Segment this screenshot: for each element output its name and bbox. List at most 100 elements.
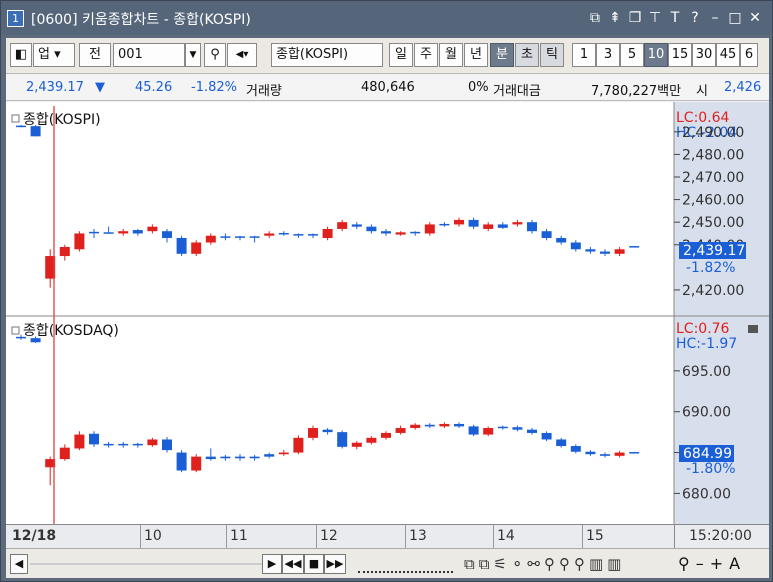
candle[interactable] — [278, 232, 289, 235]
candle[interactable] — [59, 447, 70, 460]
candle[interactable] — [483, 428, 494, 435]
scroll-track[interactable] — [30, 563, 262, 565]
candle[interactable] — [322, 228, 333, 238]
candle[interactable] — [337, 222, 348, 229]
candle[interactable] — [439, 223, 450, 226]
candle[interactable] — [614, 249, 625, 254]
candle[interactable] — [89, 231, 99, 234]
period-button[interactable]: 주 — [414, 43, 438, 67]
candle[interactable] — [191, 456, 202, 471]
panel2-close-icon[interactable] — [748, 325, 758, 333]
candle[interactable] — [351, 442, 362, 447]
candle[interactable] — [74, 233, 85, 250]
candle[interactable] — [541, 231, 552, 238]
candle[interactable] — [308, 428, 318, 438]
candle[interactable] — [293, 234, 304, 236]
candle[interactable] — [585, 451, 596, 455]
candle[interactable] — [424, 424, 435, 427]
candle[interactable] — [454, 219, 464, 225]
candle[interactable] — [395, 428, 406, 433]
period-button[interactable]: 일 — [389, 43, 413, 67]
candle[interactable] — [205, 456, 216, 460]
candle[interactable] — [308, 234, 318, 236]
candle[interactable] — [191, 242, 202, 254]
candle[interactable] — [337, 432, 348, 447]
candle[interactable] — [74, 434, 85, 449]
candle[interactable] — [278, 452, 289, 455]
candle[interactable] — [249, 236, 260, 238]
code-input[interactable]: 001 — [113, 43, 185, 67]
play-icon[interactable]: ▶ — [262, 554, 282, 574]
candle[interactable] — [468, 219, 479, 227]
candle[interactable] — [132, 443, 143, 446]
candle[interactable] — [381, 432, 391, 438]
period-button[interactable]: 초 — [515, 43, 539, 67]
panel2-handle-icon[interactable] — [11, 326, 20, 335]
tile-icon[interactable]: ⊤ — [646, 8, 664, 28]
candle[interactable] — [59, 247, 70, 257]
candle[interactable] — [497, 426, 508, 429]
window-number[interactable]: 1 — [7, 10, 24, 27]
candle[interactable] — [585, 249, 596, 252]
candle[interactable] — [264, 233, 275, 236]
zoom-icons[interactable]: ⚲–+A — [678, 554, 746, 573]
candle[interactable] — [249, 456, 260, 459]
candle[interactable] — [366, 226, 377, 232]
candle[interactable] — [629, 452, 640, 454]
minute-button[interactable]: 5 — [620, 43, 644, 67]
candle[interactable] — [483, 224, 494, 229]
candle[interactable] — [220, 456, 231, 459]
candle[interactable] — [103, 443, 114, 446]
candle[interactable] — [147, 439, 158, 446]
candle[interactable] — [527, 222, 537, 232]
period-button[interactable]: 틱 — [540, 43, 564, 67]
period-button[interactable]: 년 — [464, 43, 488, 67]
chart-svg[interactable]: 종합(KOSPI) 종합(KOSDAQ) LC:0.64 HC:-2.04 LC… — [6, 102, 769, 524]
candle[interactable] — [235, 236, 245, 238]
candle[interactable] — [556, 237, 567, 243]
close-icon[interactable]: ✕ — [746, 8, 764, 28]
period-button[interactable]: 월 — [439, 43, 463, 67]
minute-button[interactable]: 15 — [668, 43, 692, 67]
zoom-slider[interactable] — [358, 557, 453, 573]
candle[interactable] — [322, 429, 333, 433]
font-icon[interactable]: T — [666, 8, 684, 28]
fast-forward-icon[interactable]: ▶▶ — [324, 554, 346, 574]
search-icon[interactable]: ⚲ — [204, 43, 226, 67]
candle[interactable] — [454, 423, 464, 427]
stop-icon[interactable]: ■ — [304, 554, 324, 574]
candle[interactable] — [395, 232, 406, 235]
minute-button[interactable]: 3 — [596, 43, 620, 67]
candle[interactable] — [118, 231, 129, 234]
candle[interactable] — [118, 443, 129, 446]
candle[interactable] — [162, 439, 172, 451]
x-axis-bar[interactable]: 12/18 10 11 12 13 14 15 15:20:00 — [6, 524, 769, 549]
candle[interactable] — [424, 224, 435, 234]
candle[interactable] — [570, 446, 581, 452]
panel1-handle-icon[interactable] — [11, 114, 20, 123]
candle[interactable] — [176, 237, 187, 254]
minute-button[interactable]: 6 — [740, 43, 758, 67]
rewind-icon[interactable]: ◀◀ — [282, 554, 304, 574]
candle[interactable] — [351, 224, 362, 227]
candle[interactable] — [410, 231, 421, 234]
candle[interactable] — [512, 427, 523, 430]
candle[interactable] — [541, 432, 552, 440]
scroll-left-icon[interactable]: ◀ — [10, 554, 28, 574]
candle[interactable] — [366, 437, 377, 443]
maximize-icon[interactable]: □ — [726, 8, 744, 28]
minute-button[interactable]: 10 — [644, 43, 668, 67]
candle[interactable] — [103, 232, 114, 234]
candle[interactable] — [629, 246, 640, 248]
candle[interactable] — [556, 439, 567, 447]
tool-icons[interactable]: ⧉⧉⚟⚬⚯⚲⚲⚲▥▥ — [464, 555, 625, 573]
candle[interactable] — [235, 456, 245, 459]
candle[interactable] — [162, 231, 172, 238]
candle[interactable] — [497, 224, 508, 228]
candle[interactable] — [264, 454, 275, 457]
minute-button[interactable]: 30 — [692, 43, 716, 67]
all-button[interactable]: 전 — [79, 43, 111, 67]
speaker-icon[interactable]: ◀▾ — [227, 43, 257, 67]
candle[interactable] — [381, 231, 391, 234]
minute-button[interactable]: 45 — [716, 43, 740, 67]
